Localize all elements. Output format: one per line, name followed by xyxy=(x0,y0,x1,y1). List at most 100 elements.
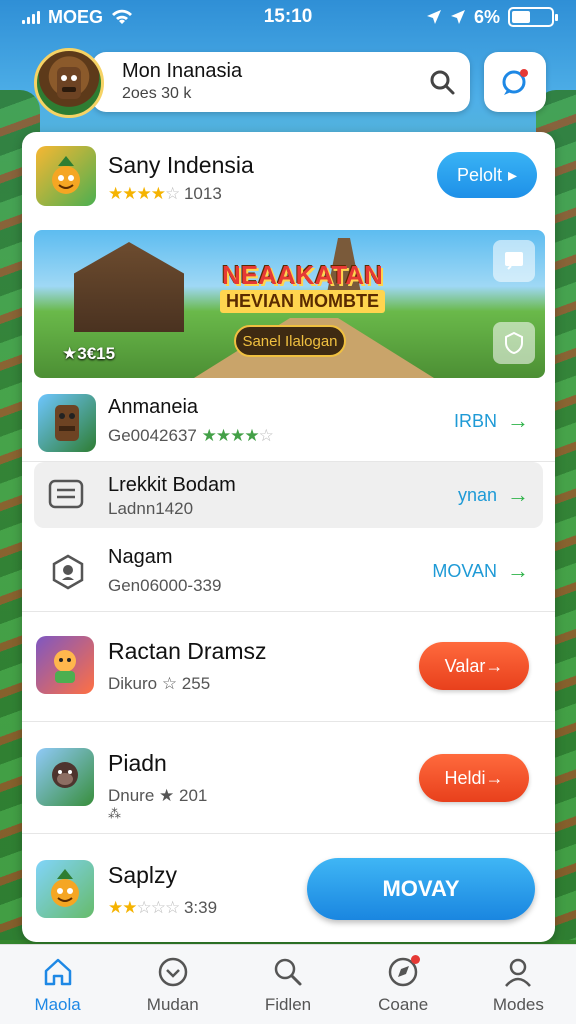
profile-subtitle: 2oes 30 k xyxy=(122,85,192,102)
status-time: 15:10 xyxy=(263,6,313,27)
nav-item-profile[interactable]: Modes xyxy=(468,955,568,1015)
shield-icon xyxy=(505,331,523,355)
rating-stars: ★★★★☆ xyxy=(108,184,180,203)
pineapple-character-icon xyxy=(52,156,80,194)
chat-icon xyxy=(502,69,528,95)
game-action-label: Heldi xyxy=(444,767,486,788)
list-item-title: Nagam xyxy=(108,546,173,568)
battery-percent: 6% xyxy=(473,6,500,27)
game-action-button[interactable]: Valar → xyxy=(419,642,529,690)
list-item-action[interactable]: MOVAN → xyxy=(432,558,529,584)
list-item[interactable]: Anmaneia Ge0042637 ★★★★☆ IRBN → xyxy=(22,386,555,462)
banner-shield-button[interactable] xyxy=(493,322,535,364)
avatar[interactable] xyxy=(34,48,104,118)
arrow-right-icon: → xyxy=(507,482,529,507)
game-title: Saplzy xyxy=(108,862,178,888)
location-icon xyxy=(426,10,441,24)
list-item-action-label: MOVAN xyxy=(432,560,497,581)
banner-subtitle: HEVIAN MOMBTE xyxy=(220,290,385,313)
search-icon xyxy=(271,955,305,989)
search-card[interactable]: Mon Inanasia 2oes 30 k xyxy=(92,52,470,112)
pineapple-character-icon xyxy=(51,869,79,907)
game-title: Piadn xyxy=(108,750,167,776)
main-card: Sany Indensia ★★★★☆ 1013 Pelolt ▸ NEAAKA… xyxy=(22,132,555,942)
flag-icon xyxy=(505,252,523,270)
profile-name: Mon Inanasia xyxy=(122,60,243,82)
featured-app[interactable]: Sany Indensia ★★★★☆ 1013 Pelolt ▸ xyxy=(36,146,541,210)
nav-label: Maola xyxy=(34,994,81,1014)
list-item-title: Anmaneia xyxy=(108,396,199,418)
hexagon-shield-icon xyxy=(52,554,84,590)
chevron-circle-icon xyxy=(156,955,190,989)
banner-title: NEAAKATAN xyxy=(222,260,383,290)
featured-play-button[interactable]: Pelolt ▸ xyxy=(437,152,537,198)
list-item-selected[interactable]: Lrekkit Bodam Ladnn1420 ynan → xyxy=(34,462,543,528)
rating-count: 1013 xyxy=(183,184,222,203)
battery-icon xyxy=(508,7,558,27)
featured-play-label: Pelolt xyxy=(456,164,502,185)
list-item-action-label: IRBN xyxy=(453,410,497,431)
list-item-icon xyxy=(50,554,86,590)
status-bar: MOEG 15:10 6% xyxy=(0,0,576,34)
banner-cta-button[interactable]: Sanel Ilalogan xyxy=(234,325,346,357)
list-item[interactable]: Nagam Gen06000-339 MOVAN → xyxy=(22,536,555,612)
carrier-label: MOEG xyxy=(48,6,104,27)
game-action-button[interactable]: Heldi → xyxy=(419,754,529,802)
game-meta-text: Dnure ★ 201 xyxy=(108,786,208,805)
header: Mon Inanasia 2oes 30 k xyxy=(34,48,546,118)
game-icon xyxy=(36,860,94,918)
document-icon xyxy=(48,479,84,509)
warrior-character-icon xyxy=(54,650,76,683)
signal-icon xyxy=(22,10,40,24)
arrow-right-icon: → xyxy=(485,767,504,788)
tiki-statue-icon xyxy=(55,405,79,441)
game-meta-extra: ⁂ xyxy=(108,806,121,821)
game-row[interactable]: Saplzy ★★☆☆☆ 3:39 MOVAY xyxy=(22,834,555,942)
gorilla-character-icon xyxy=(52,762,78,788)
list-item-action[interactable]: ynan → xyxy=(458,482,529,508)
nav-item-create[interactable]: Coane xyxy=(353,954,453,1015)
list-item-meta: Ladnn1420 xyxy=(108,499,194,518)
featured-app-meta: ★★★★☆ 1013 xyxy=(108,184,222,204)
banner-badge: ★3€15 xyxy=(62,344,116,363)
list-item-meta: Ge0042637 ★★★★☆ xyxy=(108,426,274,446)
game-meta: ★★☆☆☆ 3:39 xyxy=(108,898,217,918)
nav-item-home[interactable]: Maola xyxy=(8,955,108,1015)
game-title: Ractan Dramsz xyxy=(108,638,267,664)
rating-stars: ★★★★☆ xyxy=(201,426,274,445)
nav-label: Coane xyxy=(378,994,429,1014)
game-action-label: Valar xyxy=(444,655,486,676)
notifications-button[interactable] xyxy=(484,52,546,112)
nav-item-explore[interactable]: Mudan xyxy=(123,955,223,1015)
arrow-right-icon: → xyxy=(485,655,504,676)
notification-dot xyxy=(411,954,421,964)
nav-item-search[interactable]: Fidlen xyxy=(238,955,338,1015)
list-item-title: Lrekkit Bodam xyxy=(108,474,236,496)
game-row[interactable]: Ractan Dramsz Dikuro ☆ 255 Valar → xyxy=(22,610,555,722)
rating-stars: ★★☆☆☆ xyxy=(108,898,180,917)
game-row[interactable]: Piadn Dnure ★ 201 ⁂ Heldi → xyxy=(22,722,555,834)
list-item-icon xyxy=(48,476,84,512)
nav-label: Fidlen xyxy=(264,994,312,1014)
home-icon xyxy=(41,955,75,989)
tiki-mask-icon xyxy=(57,67,81,99)
list-item-action[interactable]: IRBN → xyxy=(454,408,529,434)
list-item-icon xyxy=(38,394,96,452)
featured-app-icon xyxy=(36,146,96,206)
nav-label: Modes xyxy=(492,994,544,1014)
featured-app-title: Sany Indensia xyxy=(108,152,254,178)
promo-banner[interactable]: NEAAKATAN HEVIAN MOMBTE Sanel Ilalogan ★… xyxy=(34,230,545,378)
wifi-icon xyxy=(112,9,133,24)
search-icon[interactable] xyxy=(428,68,456,96)
game-meta: Dikuro ☆ 255 xyxy=(108,674,211,693)
banner-flag-button[interactable] xyxy=(493,240,535,282)
game-icon xyxy=(36,636,94,694)
game-meta: Dnure ★ 201 ⁂ xyxy=(108,786,207,822)
game-primary-button[interactable]: MOVAY xyxy=(307,858,535,920)
location-icon-2 xyxy=(450,10,465,24)
bottom-nav: Maola Mudan Fidlen Coane Modes xyxy=(0,944,576,1024)
user-icon xyxy=(501,955,535,989)
nav-label: Mudan xyxy=(146,994,199,1014)
list-item-meta: Gen06000-339 xyxy=(108,576,222,595)
game-meta-text: 3:39 xyxy=(183,898,218,917)
